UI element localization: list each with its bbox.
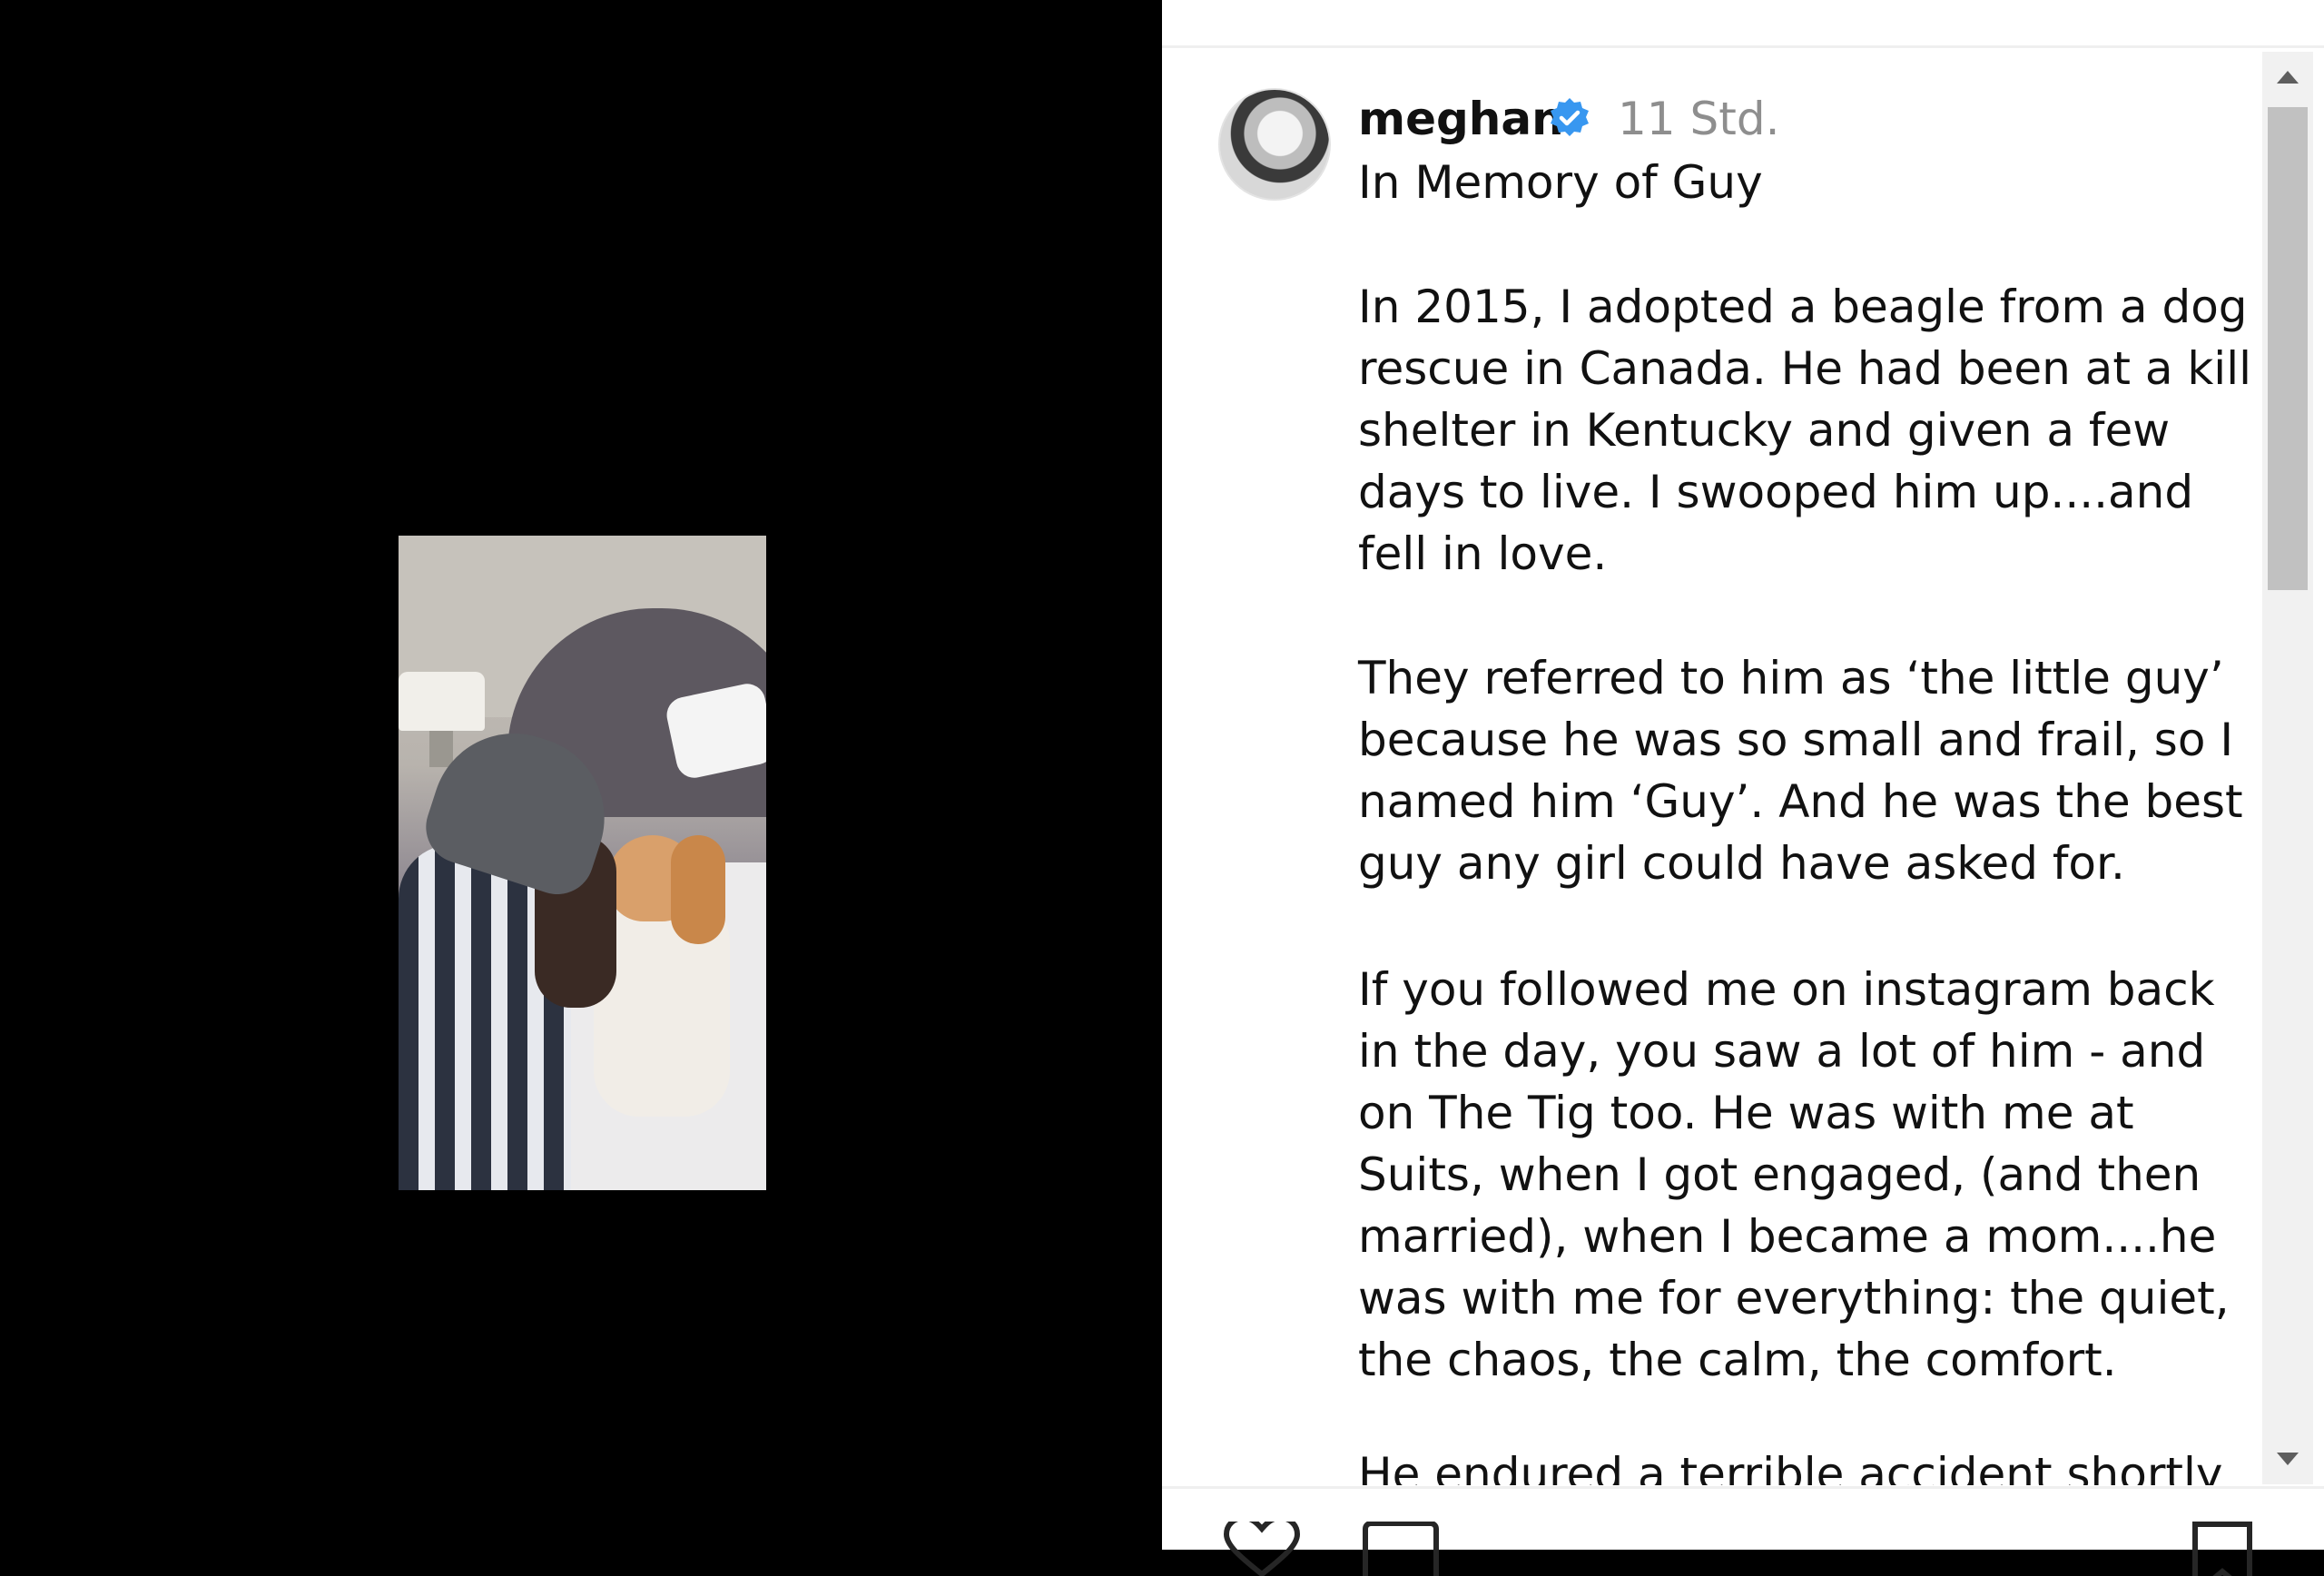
caption-paragraph: If you followed me on instagram back in … — [1358, 963, 2230, 1386]
caption-title: In Memory of Guy — [1358, 156, 1763, 209]
actions-divider — [1162, 1486, 2324, 1489]
scrollbar-thumb[interactable] — [2268, 107, 2308, 590]
caption-paragraph: In 2015, I adopted a beagle from a dog r… — [1358, 281, 2251, 580]
username[interactable]: meghan — [1358, 91, 1564, 147]
avatar[interactable] — [1218, 88, 1331, 201]
caption-partial-line: He endured a terrible accident shortly — [1358, 1448, 2223, 1485]
scroll-down-arrow-icon[interactable] — [2262, 1433, 2313, 1484]
post-photo[interactable] — [399, 536, 766, 1190]
post-media-pane — [0, 0, 1162, 1550]
heart-icon[interactable] — [1221, 1522, 1303, 1576]
photo-lamp-base — [429, 731, 453, 767]
post-side-pane: meghan 11 Std. In Memory of Guy In 2015,… — [1162, 0, 2324, 1576]
comment-icon[interactable] — [1360, 1522, 1442, 1576]
caption-paragraph-cut-off: He endured a terrible accident shortly — [1358, 1443, 2266, 1485]
verified-badge-icon — [1551, 98, 1589, 136]
bookmark-icon[interactable] — [2186, 1522, 2259, 1576]
header-divider — [1162, 45, 2324, 48]
photo-dog-ear — [671, 835, 725, 944]
caption-paragraph: They referred to him as ‘the little guy’… — [1358, 652, 2243, 890]
post-timestamp[interactable]: 11 Std. — [1618, 91, 1780, 147]
photo-lamp — [399, 672, 485, 731]
scroll-up-arrow-icon[interactable] — [2262, 52, 2313, 103]
